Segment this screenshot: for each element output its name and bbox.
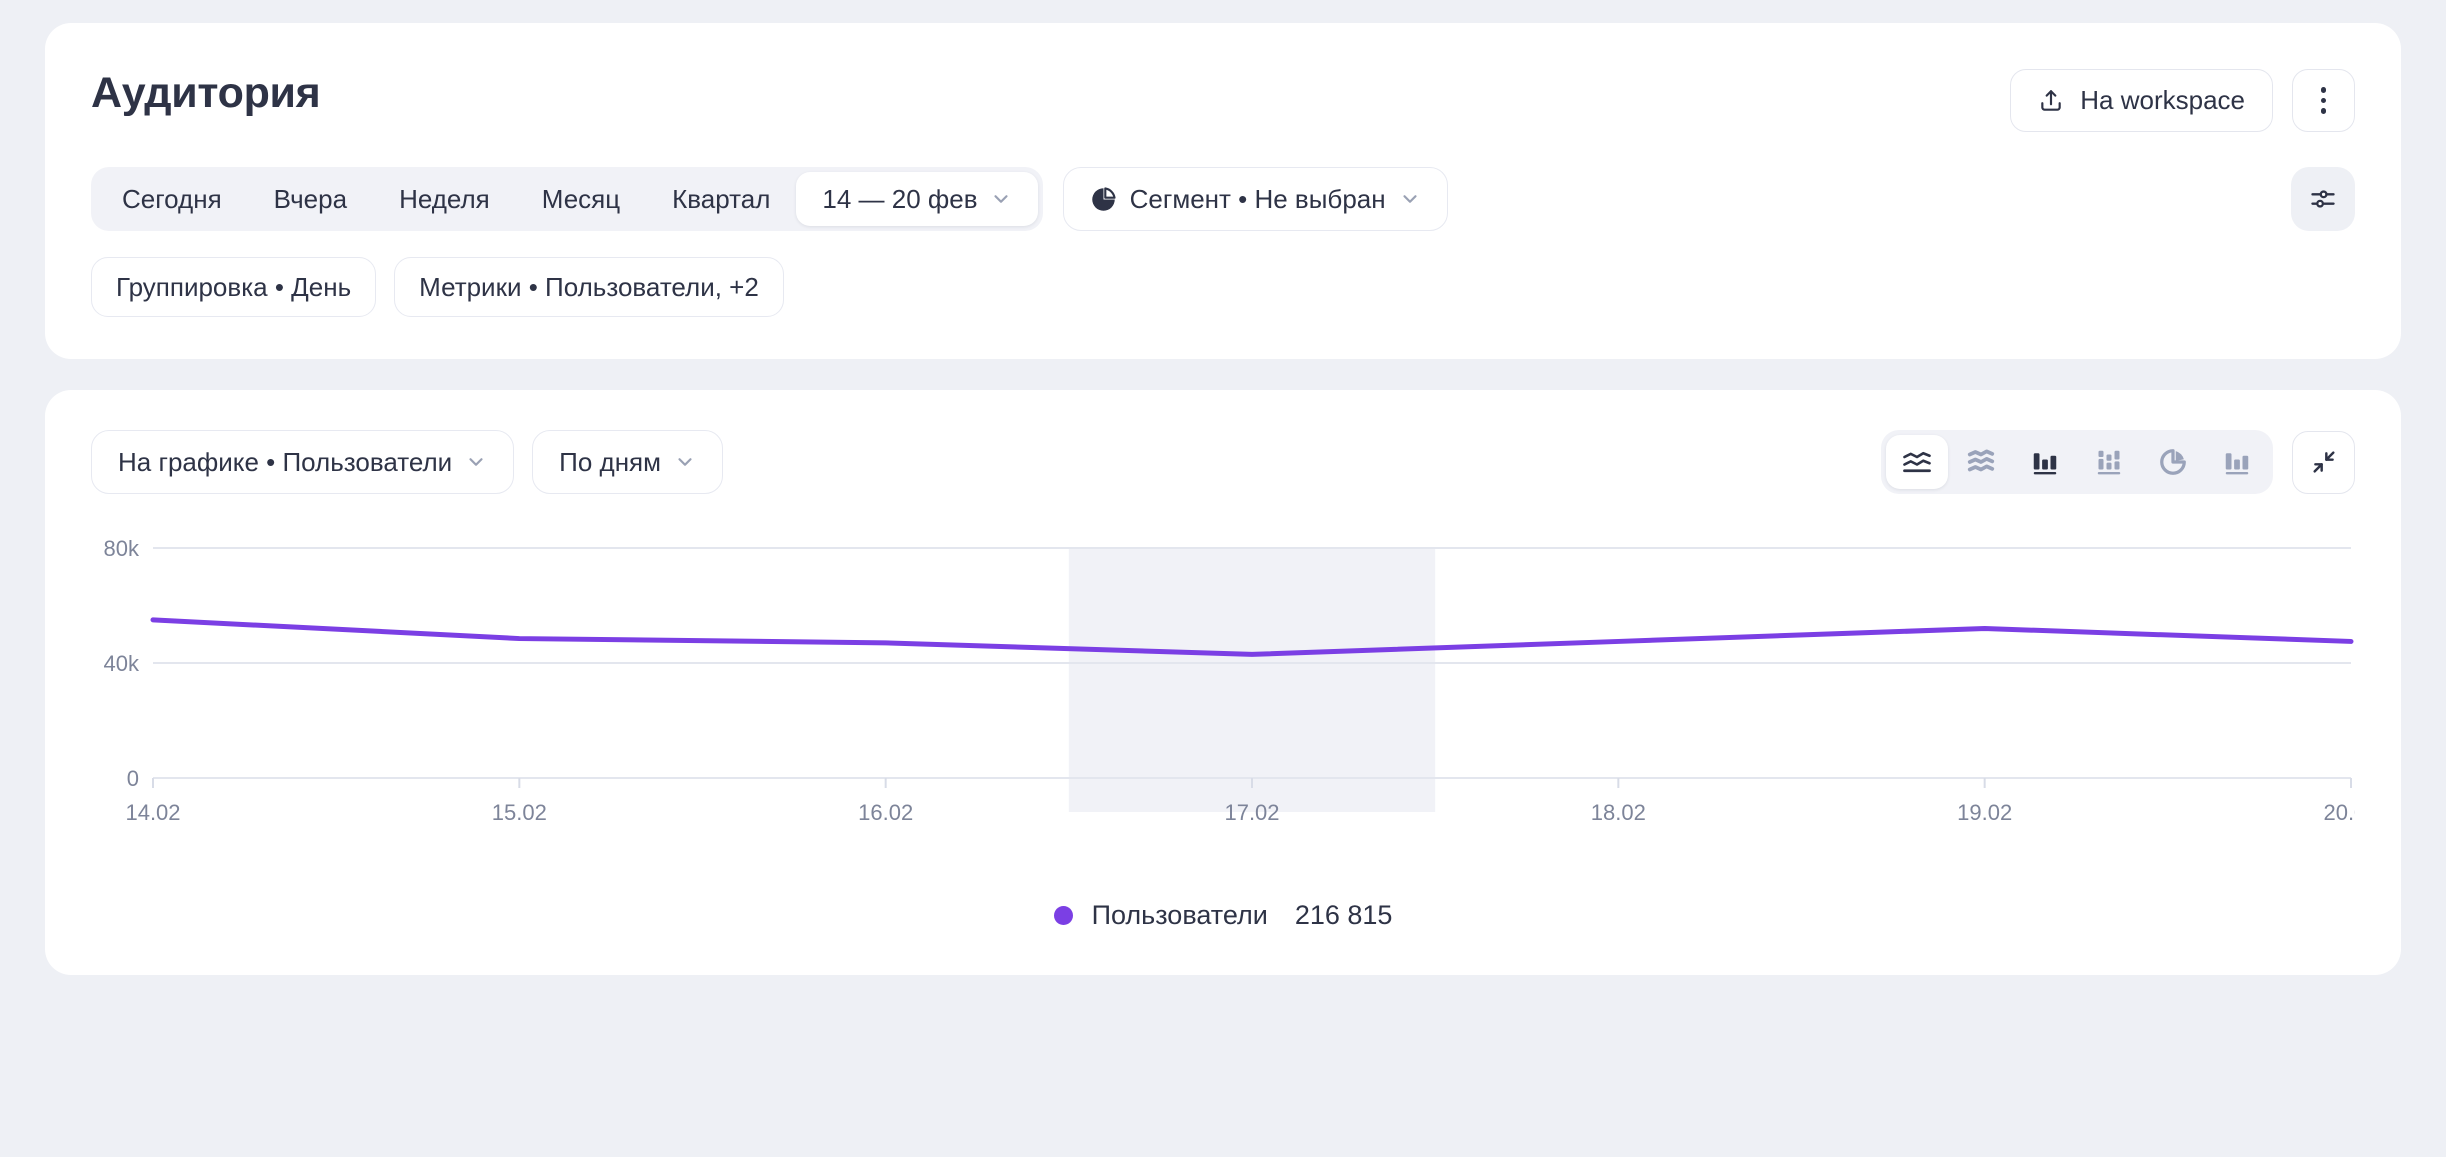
period-tab-quarter[interactable]: Квартал (646, 172, 796, 226)
pie-chart-icon (1090, 186, 1117, 213)
chart-canvas[interactable]: 0 40k 80k 14.02 15.02 16.02 17.02 18.02 19.02 20.… (91, 540, 2355, 840)
workspace-button-label: На workspace (2080, 85, 2245, 116)
period-tab-custom-range[interactable]: 14 — 20 фев (796, 172, 1037, 226)
header-actions: На workspace (2010, 69, 2355, 132)
y-tick-label: 0 (127, 766, 139, 791)
period-tab-month[interactable]: Месяц (516, 172, 646, 226)
metrics-selector[interactable]: Метрики • Пользователи, +2 (394, 257, 784, 317)
card-header: Аудитория На workspace (91, 69, 2355, 132)
collapse-icon (2310, 448, 2338, 476)
x-tick-label: 15.02 (492, 800, 547, 825)
segment-selector-label: Сегмент • Не выбран (1130, 184, 1386, 215)
x-tick-label: 20.02 (2323, 800, 2355, 825)
period-tab-label: Неделя (399, 184, 490, 215)
chevron-down-icon (1399, 188, 1421, 210)
bar-chart-icon (2030, 447, 2060, 477)
area-chart-icon (1966, 447, 1996, 477)
y-tick-label: 40k (104, 651, 140, 676)
chart-legend: Пользователи 216 815 (91, 900, 2355, 931)
chart-type-bar[interactable] (2014, 435, 2076, 489)
chart-metric-label: На графике • Пользователи (118, 447, 452, 478)
filters-row-primary: Сегодня Вчера Неделя Месяц Квартал (91, 167, 2355, 231)
period-tab-today[interactable]: Сегодня (96, 172, 248, 226)
stacked-bar-chart-icon (2094, 447, 2124, 477)
legend-color-swatch (1054, 906, 1073, 925)
x-tick-label: 16.02 (858, 800, 913, 825)
period-tab-label: Сегодня (122, 184, 222, 215)
x-tick-label: 19.02 (1957, 800, 2012, 825)
chart-type-stacked-bar[interactable] (2078, 435, 2140, 489)
legend-series-label: Пользователи (1092, 900, 1268, 931)
chart-granularity-selector[interactable]: По дням (532, 430, 723, 494)
chevron-down-icon (465, 451, 487, 473)
segment-selector[interactable]: Сегмент • Не выбран (1063, 167, 1448, 231)
chevron-down-icon (674, 451, 696, 473)
period-tab-week[interactable]: Неделя (373, 172, 516, 226)
kebab-menu-icon (2321, 87, 2327, 114)
workspace-button[interactable]: На workspace (2010, 69, 2273, 132)
line-chart-icon (1902, 447, 1932, 477)
x-tick-label: 18.02 (1591, 800, 1646, 825)
chart-metric-selector[interactable]: На графике • Пользователи (91, 430, 514, 494)
page-root: Аудитория На workspace (0, 0, 2446, 1157)
pie-chart-icon (2158, 447, 2188, 477)
chevron-down-icon (990, 188, 1012, 210)
collapse-chart-button[interactable] (2292, 431, 2355, 494)
upload-icon (2038, 88, 2064, 114)
chart-type-area[interactable] (1950, 435, 2012, 489)
filters-card: Аудитория На workspace (45, 23, 2401, 359)
period-tab-label: Квартал (672, 184, 770, 215)
sliders-icon (2309, 185, 2337, 213)
x-tick-label: 14.02 (125, 800, 180, 825)
chart-type-group (1881, 430, 2273, 494)
chart-type-line[interactable] (1886, 435, 1948, 489)
more-menu-button[interactable] (2292, 69, 2355, 132)
chart-type-grouped-bar[interactable] (2206, 435, 2268, 489)
period-tab-yesterday[interactable]: Вчера (248, 172, 373, 226)
chart-selectors: На графике • Пользователи По дням (91, 430, 723, 494)
legend-series-value: 216 815 (1295, 900, 1393, 931)
chart-type-controls (1881, 430, 2355, 494)
period-tabs: Сегодня Вчера Неделя Месяц Квартал (91, 167, 1043, 231)
grouping-selector[interactable]: Группировка • День (91, 257, 376, 317)
chart-granularity-label: По дням (559, 447, 661, 478)
x-tick-label: 17.02 (1224, 800, 1279, 825)
users-line-chart: 0 40k 80k 14.02 15.02 16.02 17.02 18.02 19.02 20.… (91, 540, 2355, 840)
period-tab-label: Месяц (542, 184, 620, 215)
chart-type-pie[interactable] (2142, 435, 2204, 489)
chart-card: На графике • Пользователи По дням (45, 390, 2401, 975)
grouped-bar-chart-icon (2222, 447, 2252, 477)
period-tab-label: Вчера (274, 184, 347, 215)
metrics-selector-label: Метрики • Пользователи, +2 (419, 272, 759, 303)
filter-settings-button[interactable] (2291, 167, 2355, 231)
grouping-selector-label: Группировка • День (116, 272, 351, 303)
filters-row-secondary: Группировка • День Метрики • Пользовател… (91, 257, 2355, 317)
chart-highlight-band (1069, 548, 1435, 812)
page-title: Аудитория (91, 69, 320, 118)
chart-toolbar: На графике • Пользователи По дням (91, 430, 2355, 494)
period-tab-label: 14 — 20 фев (822, 184, 977, 215)
period-and-segment: Сегодня Вчера Неделя Месяц Квартал (91, 167, 1448, 231)
y-tick-label: 80k (104, 540, 140, 561)
